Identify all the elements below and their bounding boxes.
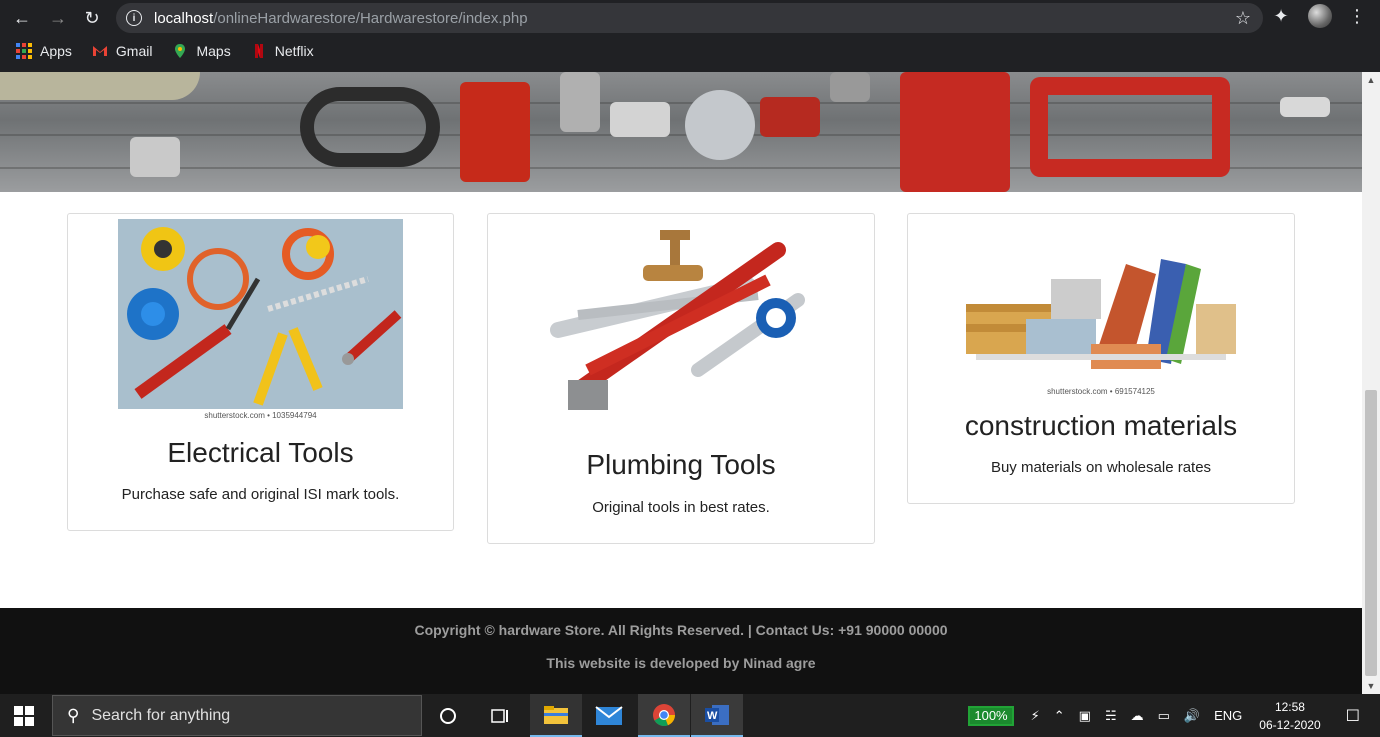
bookmark-apps[interactable]: Apps bbox=[16, 43, 72, 59]
profile-avatar[interactable] bbox=[1308, 4, 1332, 28]
show-hidden-icons-chevron-icon[interactable]: ⌃ bbox=[1054, 708, 1065, 724]
construction-materials-image bbox=[956, 244, 1248, 389]
product-card-electrical[interactable]: shutterstock.com • 1035944794 Electrical… bbox=[67, 213, 454, 531]
language-indicator[interactable]: ENG bbox=[1214, 708, 1242, 723]
search-icon: ⚲ bbox=[67, 705, 80, 725]
scroll-up-arrow-icon[interactable]: ▲ bbox=[1362, 72, 1380, 88]
word-icon[interactable]: W bbox=[691, 694, 743, 737]
extensions-puzzle-icon[interactable]: ✦ bbox=[1270, 6, 1292, 27]
back-icon[interactable]: ← bbox=[8, 4, 36, 32]
page-scrollbar[interactable]: ▲ ▼ bbox=[1362, 72, 1380, 694]
bookmark-label: Gmail bbox=[115, 43, 153, 59]
apps-grid-icon bbox=[16, 43, 32, 59]
forward-icon[interactable]: → bbox=[44, 4, 72, 32]
image-watermark: shutterstock.com • 1035944794 bbox=[204, 411, 317, 420]
site-footer: Copyright © hardware Store. All Rights R… bbox=[0, 608, 1362, 694]
product-card-plumbing[interactable]: Plumbing Tools Original tools in best ra… bbox=[487, 213, 875, 544]
bookmark-label: Netflix bbox=[274, 43, 314, 59]
card-title: construction materials bbox=[964, 410, 1238, 441]
taskbar-clock[interactable]: 12:58 06-12-2020 bbox=[1259, 698, 1320, 734]
card-description: Buy materials on wholesale rates bbox=[990, 459, 1212, 476]
hero-banner-image bbox=[0, 72, 1362, 192]
card-description: Purchase safe and original ISI mark tool… bbox=[121, 486, 400, 503]
windows-start-icon[interactable] bbox=[14, 706, 34, 726]
meet-now-icon[interactable]: ▣ bbox=[1079, 708, 1091, 724]
clock-date: 06-12-2020 bbox=[1259, 717, 1321, 732]
cortana-icon[interactable] bbox=[422, 694, 474, 737]
power-plug-icon[interactable]: ⚡ bbox=[1031, 708, 1040, 724]
search-placeholder: Search for anything bbox=[91, 706, 231, 724]
address-bar[interactable]: i localhost/onlineHardwarestore/Hardware… bbox=[116, 3, 1263, 33]
chrome-icon[interactable] bbox=[638, 694, 690, 737]
footer-developer: This website is developed by Ninad agre bbox=[546, 655, 816, 671]
onedrive-error-icon[interactable]: ☁ bbox=[1131, 708, 1144, 724]
url-path: /onlineHardwarestore/Hardwarestore/index… bbox=[213, 9, 528, 27]
maps-pin-icon bbox=[175, 44, 186, 58]
volume-icon[interactable]: 🔊 bbox=[1184, 708, 1200, 724]
reload-icon[interactable]: ↻ bbox=[78, 4, 106, 32]
file-explorer-icon[interactable] bbox=[530, 694, 582, 737]
mail-icon[interactable] bbox=[583, 694, 635, 737]
browser-chrome: ← → ↻ i localhost/onlineHardwarestore/Ha… bbox=[0, 0, 1380, 72]
scrollbar-thumb[interactable] bbox=[1365, 390, 1377, 676]
browser-menu-icon[interactable]: ⋮ bbox=[1348, 6, 1366, 27]
battery-percentage[interactable]: 100% bbox=[968, 705, 1014, 726]
plumbing-tools-image bbox=[548, 220, 813, 425]
svg-text:W: W bbox=[707, 710, 718, 722]
page-viewport: shutterstock.com • 1035944794 Electrical… bbox=[0, 72, 1362, 694]
product-card-construction[interactable]: shutterstock.com • 691574125 constructio… bbox=[907, 213, 1295, 504]
card-title: Electrical Tools bbox=[167, 437, 354, 468]
bookmarks-bar: Apps Gmail Maps Netflix bbox=[0, 36, 314, 66]
bookmark-star-icon[interactable]: ☆ bbox=[1235, 8, 1251, 29]
task-view-icon[interactable] bbox=[474, 694, 526, 737]
notification-center-icon[interactable]: ☐ bbox=[1346, 706, 1360, 726]
taskbar-search-input[interactable]: ⚲ Search for anything bbox=[52, 695, 422, 736]
netflix-icon bbox=[254, 44, 263, 58]
site-info-icon[interactable]: i bbox=[126, 10, 142, 26]
bookmark-label: Apps bbox=[40, 43, 72, 59]
footer-copyright: Copyright © hardware Store. All Rights R… bbox=[414, 622, 948, 638]
electrical-tools-image bbox=[118, 219, 403, 409]
scroll-down-arrow-icon[interactable]: ▼ bbox=[1362, 678, 1380, 694]
windows-taskbar: ⚲ Search for anything W 100% ⚡ ⌃ ▣ ☵ ☁ ▭… bbox=[0, 694, 1380, 737]
url-host: localhost bbox=[154, 9, 214, 27]
clock-time: 12:58 bbox=[1274, 699, 1305, 714]
bookmark-gmail[interactable]: Gmail bbox=[92, 43, 153, 59]
bookmark-netflix[interactable]: Netflix bbox=[251, 43, 314, 59]
image-watermark: shutterstock.com • 691574125 bbox=[1047, 387, 1155, 396]
wifi-icon[interactable]: ☵ bbox=[1105, 708, 1117, 724]
bookmark-maps[interactable]: Maps bbox=[172, 43, 231, 59]
bookmark-label: Maps bbox=[196, 43, 231, 59]
card-title: Plumbing Tools bbox=[586, 449, 776, 480]
system-tray: 100% ⚡ ⌃ ▣ ☵ ☁ ▭ 🔊 ENG 12:58 06-12-2020 … bbox=[968, 694, 1380, 737]
battery-icon[interactable]: ▭ bbox=[1158, 708, 1170, 724]
gmail-icon bbox=[92, 46, 107, 56]
card-description: Original tools in best rates. bbox=[592, 499, 770, 516]
